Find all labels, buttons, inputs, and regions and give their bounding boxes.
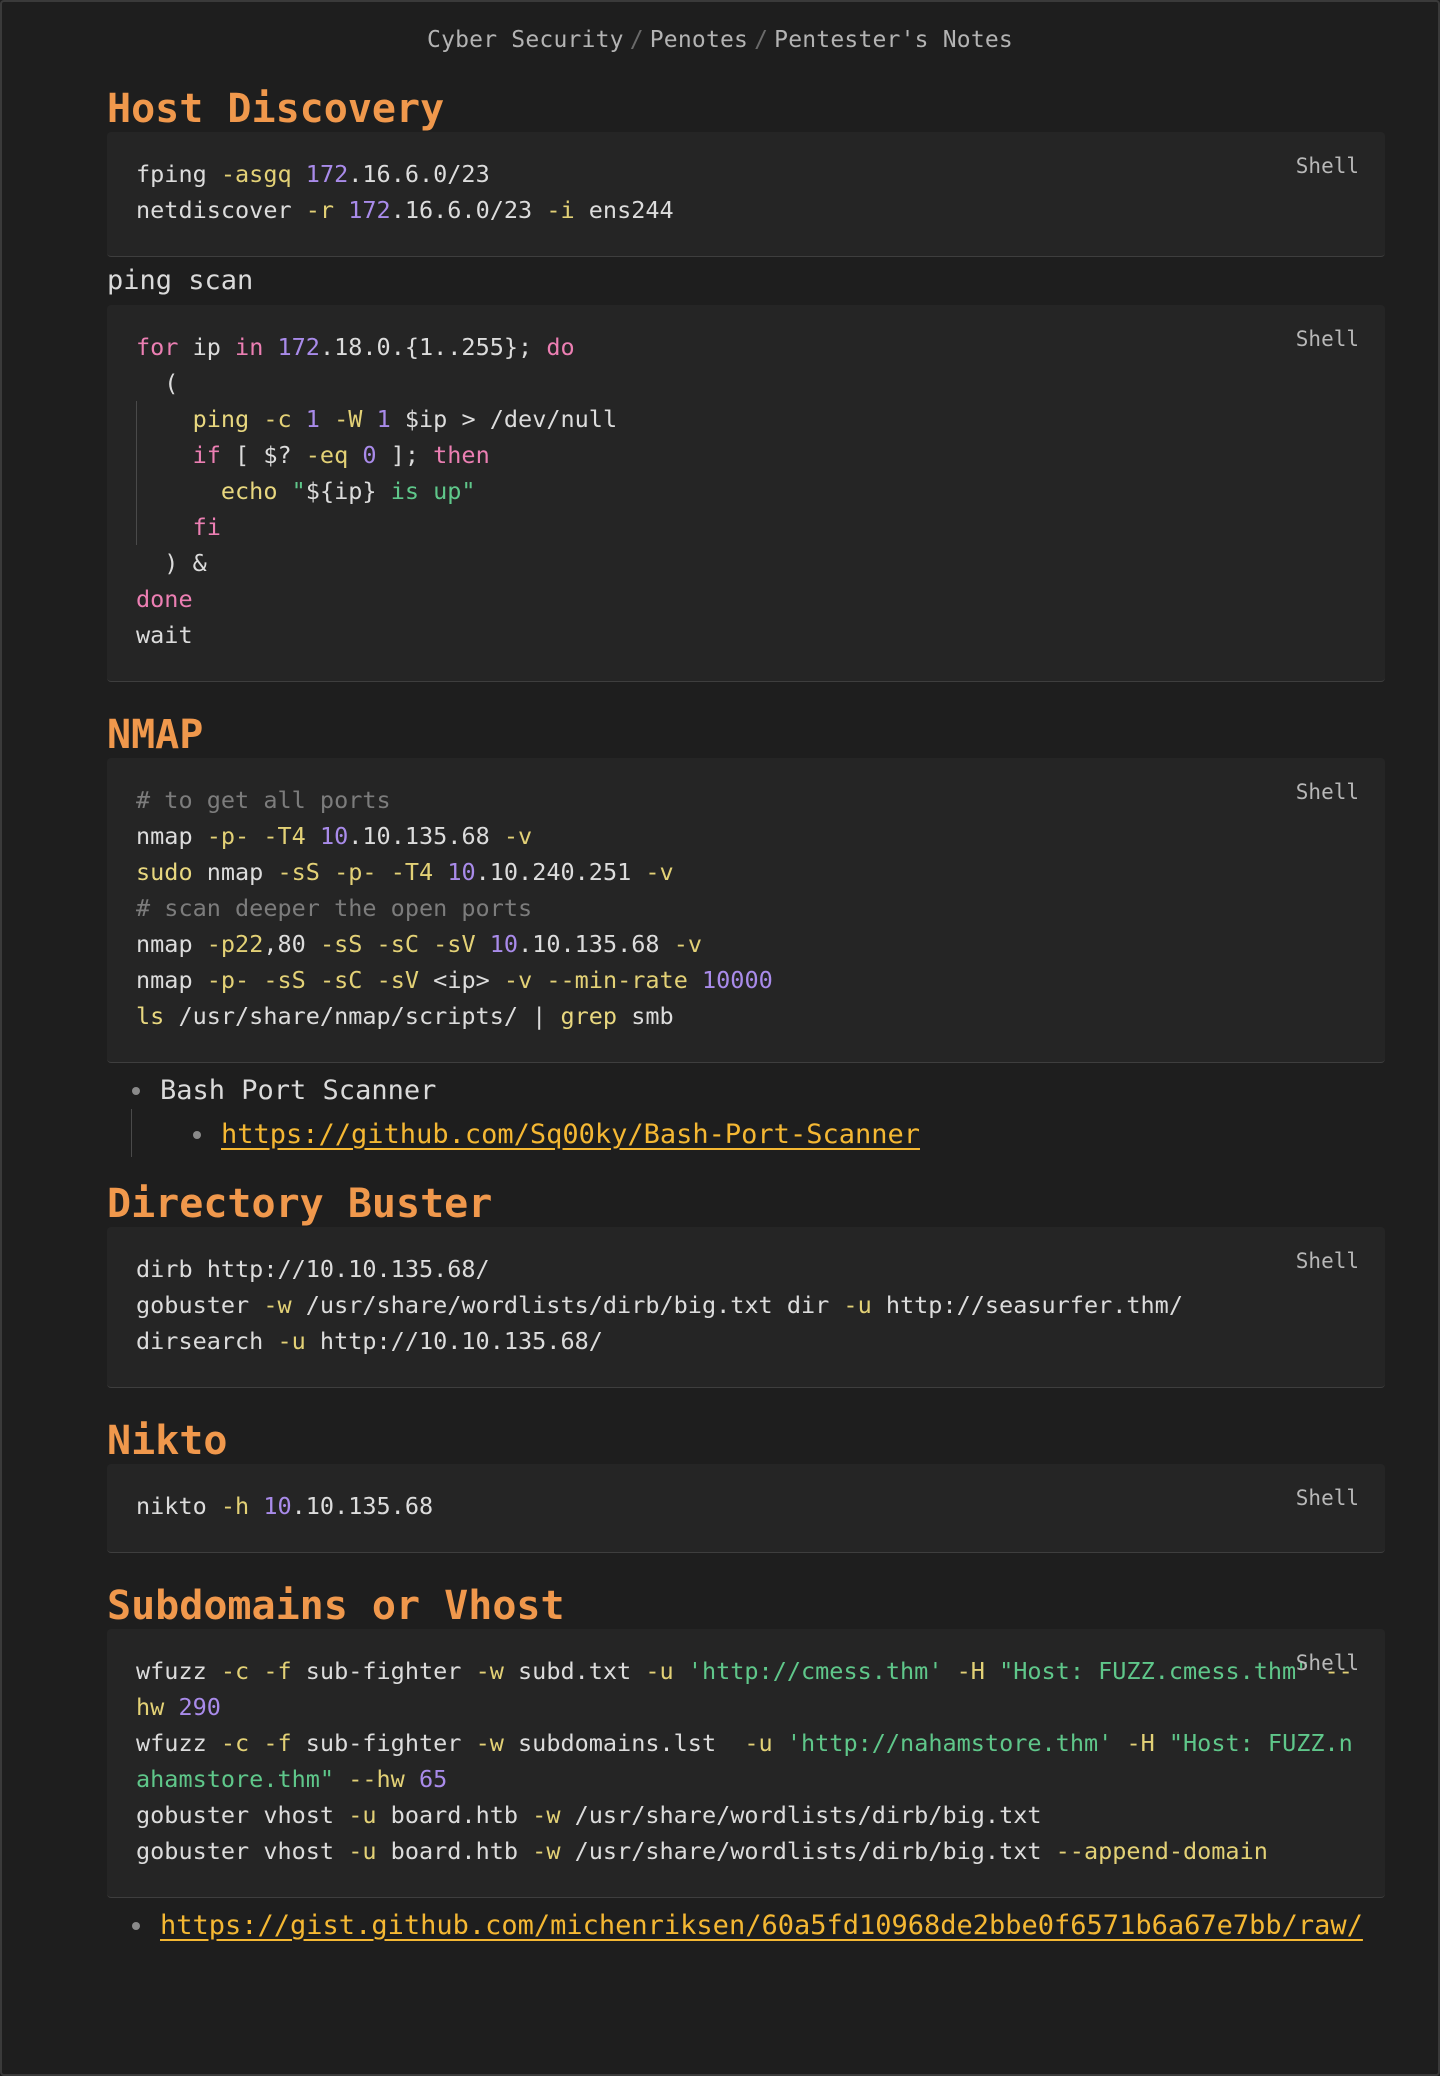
list-item-label: Bash Port Scanner [160, 1075, 437, 1106]
code-language-label: Shell [1295, 327, 1359, 351]
code-block-nmap[interactable]: Shell # to get all ports nmap -p- -T4 10.1… [107, 758, 1385, 1063]
code-language-label: Shell [1295, 1651, 1359, 1675]
heading-subdomains-vhost: Subdomains or Vhost [107, 1583, 565, 1629]
list-item: https://github.com/Sq00ky/Bash-Port-Scan… [107, 1109, 1385, 1157]
list-item: Bash Port Scanner [107, 1069, 1385, 1113]
breadcrumb: Cyber Security / Penotes / Pentester's Notes [0, 27, 1440, 53]
code-language-label: Shell [1295, 154, 1359, 178]
ping-scan-label: ping scan [107, 265, 254, 296]
breadcrumb-item-penotes[interactable]: Penotes [650, 27, 748, 53]
subdomains-bullet-list: https://gist.github.com/michenriksen/60a… [107, 1904, 1385, 1948]
code-block-host-discovery[interactable]: Shell fping -asgq 172.16.6.0/23 netdiscove… [107, 132, 1385, 257]
nmap-bullet-list: Bash Port Scanner https://github.com/Sq0… [107, 1069, 1385, 1157]
breadcrumb-item-cyber-security[interactable]: Cyber Security [427, 27, 624, 53]
code-block-nikto[interactable]: Shell nikto -h 10.10.135.68 [107, 1464, 1385, 1553]
heading-directory-buster: Directory Buster [107, 1181, 493, 1227]
breadcrumb-separator: / [754, 27, 769, 53]
gist-wordlist-link[interactable]: https://gist.github.com/michenriksen/60a… [160, 1910, 1363, 1941]
code-language-label: Shell [1295, 1486, 1359, 1510]
heading-nikto: Nikto [107, 1418, 228, 1464]
indent-guide [131, 1109, 132, 1157]
code-language-label: Shell [1295, 1249, 1359, 1273]
bullet-dot [132, 1922, 140, 1930]
heading-nmap: NMAP [107, 712, 204, 758]
bash-port-scanner-link[interactable]: https://github.com/Sq00ky/Bash-Port-Scan… [221, 1119, 920, 1150]
bullet-dot [193, 1131, 201, 1139]
bullet-dot [132, 1087, 140, 1095]
note-content: Host Discovery Shell fping -asgq 172.16.6… [107, 78, 1385, 1948]
breadcrumb-separator: / [629, 27, 644, 53]
code-block-directory-buster[interactable]: Shell dirb http://10.10.135.68/gobuster -… [107, 1227, 1385, 1388]
code-block-ping-scan[interactable]: Shell for ip in 172.18.0.{1..255}; do ( p… [107, 305, 1385, 682]
heading-host-discovery: Host Discovery [107, 86, 445, 132]
code-block-subdomains[interactable]: Shell wfuzz -c -f sub-fighter -w subd.txt… [107, 1629, 1385, 1898]
breadcrumb-item-current: Pentester's Notes [774, 27, 1013, 53]
list-item: https://gist.github.com/michenriksen/60a… [107, 1904, 1385, 1948]
indent-guide [136, 401, 137, 545]
code-language-label: Shell [1295, 780, 1359, 804]
